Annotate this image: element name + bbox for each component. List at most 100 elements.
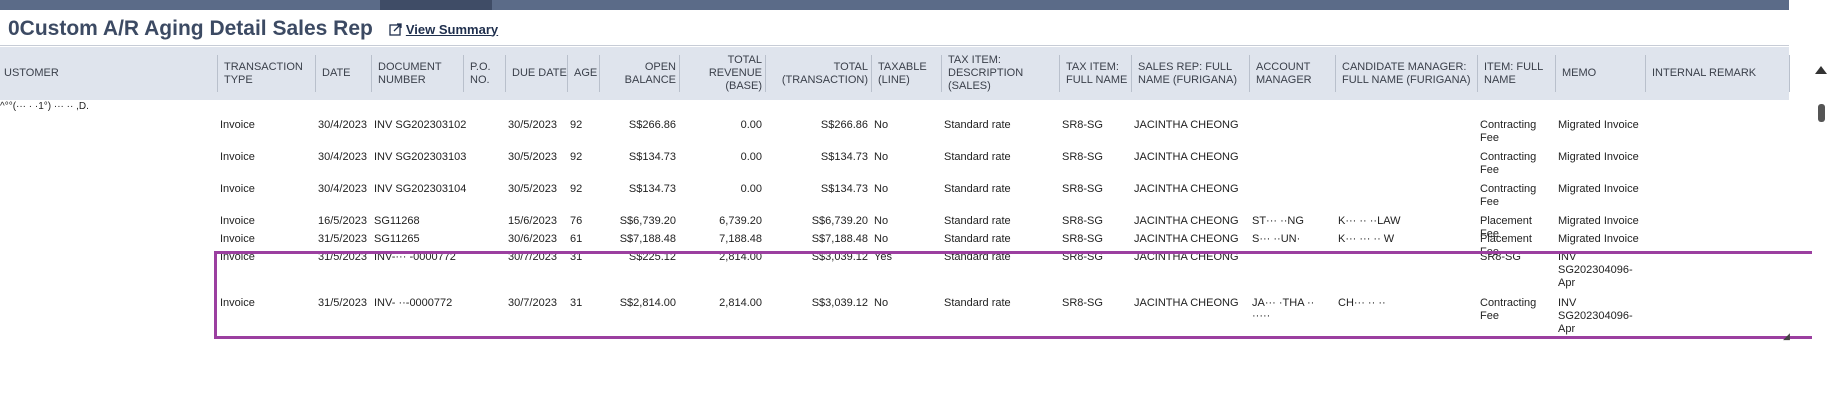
cell-taxable: No: [874, 151, 889, 163]
table-row[interactable]: Invoice 30/4/2023 INV SG202303104 30/5/2023…: [0, 183, 1789, 213]
cell-taxdesc: Standard rate: [944, 233, 1011, 245]
cell-date: 31/5/2023: [318, 233, 367, 245]
cell-doc[interactable]: INV SG202303104: [374, 183, 466, 196]
column-header-type[interactable]: TRANSACTION TYPE: [220, 47, 316, 100]
column-header-label: ITEM: FULL NAME: [1484, 60, 1543, 86]
cell-taxable: Yes: [874, 251, 892, 263]
cell-taxdesc: Standard rate: [944, 215, 1011, 227]
cell-revenue: 6,739.20: [719, 215, 762, 227]
cell-type: Invoice: [220, 183, 255, 195]
column-header-open[interactable]: OPEN BALANCE: [602, 47, 680, 100]
column-header-item[interactable]: ITEM: FULL NAME: [1480, 47, 1556, 100]
cell-taxname: SR8-SG: [1062, 233, 1103, 245]
cell-total: S$3,039.12: [811, 251, 868, 263]
divider: [0, 45, 1789, 46]
column-header-memo[interactable]: MEMO: [1558, 47, 1646, 100]
cell-memo: Migrated Invoice: [1558, 151, 1639, 163]
column-header-doc[interactable]: DOCUMENT NUMBER: [374, 47, 464, 100]
cell-date: 30/4/2023: [318, 119, 367, 131]
cell-total: S$134.73: [820, 151, 868, 163]
column-header-po[interactable]: P.O. NO.: [466, 47, 506, 100]
cell-age: 92: [570, 119, 583, 131]
cell-doc[interactable]: INV-··· -0000772: [374, 251, 460, 264]
column-header-candmgr[interactable]: CANDIDATE MANAGER: FULL NAME (FURIGANA): [1338, 47, 1478, 100]
column-header-taxdesc[interactable]: TAX ITEM: DESCRIPTION (SALES): [944, 47, 1060, 100]
column-header-taxname[interactable]: TAX ITEM: FULL NAME: [1062, 47, 1132, 100]
cell-due: 30/5/2023: [508, 151, 557, 163]
resize-grip-icon[interactable]: ◢: [1783, 331, 1790, 342]
cell-taxname: SR8-SG: [1062, 119, 1103, 131]
column-header-label: DUE DATE: [512, 67, 567, 79]
cell-salesrep: JACINTHA CHEONG: [1134, 251, 1239, 263]
column-header-label: CANDIDATE MANAGER: FULL NAME (FURIGANA): [1342, 60, 1471, 86]
column-header-acctmgr[interactable]: ACCOUNT MANAGER: [1252, 47, 1336, 100]
cell-memo: Migrated Invoice: [1558, 119, 1639, 131]
cell-revenue: 2,814.00: [719, 251, 762, 263]
view-summary-link[interactable]: View Summary: [389, 22, 498, 37]
cell-taxname: SR8-SG: [1062, 215, 1103, 227]
column-header-label: MEMO: [1562, 67, 1597, 79]
cell-age: 31: [570, 251, 583, 263]
column-header-label: OPEN BALANCE: [624, 60, 676, 86]
cell-due: 30/5/2023: [508, 119, 557, 131]
column-header-label: AGE: [574, 67, 598, 79]
table-row[interactable]: Invoice 31/5/2023 INV-··· -0000772 30/7/202…: [0, 251, 1789, 289]
cell-taxable: No: [874, 183, 889, 195]
cell-taxdesc: Standard rate: [944, 251, 1011, 263]
cell-candmgr: K··· ·· ··LAW: [1338, 215, 1401, 227]
column-header-age[interactable]: AGE: [570, 47, 600, 100]
column-header-label: USTOMER: [4, 67, 59, 79]
cell-open: S$6,739.20: [619, 215, 676, 227]
cell-doc[interactable]: INV SG202303102: [374, 119, 466, 132]
column-header-customer[interactable]: USTOMER: [0, 47, 218, 100]
cell-taxable: No: [874, 119, 889, 131]
table-row[interactable]: Invoice 30/4/2023 INV SG202303103 30/5/2023…: [0, 151, 1789, 181]
cell-total: S$266.86: [820, 119, 868, 131]
column-header-remark[interactable]: INTERNAL REMARK: [1648, 47, 1790, 100]
cell-taxable: No: [874, 233, 889, 245]
cell-candmgr: CH··· ·· ··: [1338, 297, 1386, 309]
cell-doc[interactable]: SG11268: [374, 215, 460, 228]
cell-taxname: SR8-SG: [1062, 297, 1103, 309]
cell-acctmgr: S··· ··UN·: [1252, 233, 1301, 245]
title-row: 0Custom A/R Aging Detail Sales Rep View …: [0, 14, 1789, 44]
cell-memo: INV SG202304096-Apr: [1558, 251, 1633, 289]
cell-doc[interactable]: INV SG202303103: [374, 151, 466, 164]
column-header-revenue[interactable]: TOTAL REVENUE (BASE): [682, 47, 766, 100]
scroll-thumb[interactable]: [1818, 104, 1825, 122]
cell-total: S$7,188.48: [811, 233, 868, 245]
cell-doc[interactable]: INV- ··-0000772: [374, 297, 460, 310]
cell-revenue: 0.00: [740, 151, 762, 163]
cell-date: 31/5/2023: [318, 297, 367, 309]
column-header-label: DOCUMENT NUMBER: [378, 60, 442, 86]
column-header-label: TAX ITEM: DESCRIPTION (SALES): [948, 54, 1024, 92]
cell-type: Invoice: [220, 151, 255, 163]
cell-acctmgr: JA··· ·THA ·· ·····: [1252, 297, 1315, 322]
cell-salesrep: JACINTHA CHEONG: [1134, 119, 1239, 131]
cell-doc[interactable]: SG11265: [374, 233, 460, 246]
cell-memo: Migrated Invoice: [1558, 215, 1639, 227]
cell-age: 31: [570, 297, 583, 309]
cell-taxdesc: Standard rate: [944, 183, 1011, 195]
customer-group-label: ^°°(··· · ·1°) ··· ·· ,D.: [0, 101, 89, 112]
column-header-label: DATE: [322, 67, 351, 79]
column-header-total[interactable]: TOTAL (TRANSACTION): [768, 47, 872, 100]
view-summary-label: View Summary: [405, 21, 499, 37]
scroll-up-icon[interactable]: [1815, 66, 1827, 74]
column-header-date[interactable]: DATE: [318, 47, 372, 100]
cell-due: 15/6/2023: [508, 215, 557, 227]
cell-due: 30/7/2023: [508, 297, 557, 309]
cell-item: SR8-SG: [1480, 251, 1521, 263]
cell-due: 30/7/2023: [508, 251, 557, 263]
column-header-taxable[interactable]: TAXABLE (LINE): [874, 47, 942, 100]
cell-open: S$134.73: [628, 151, 676, 163]
cell-taxable: No: [874, 297, 889, 309]
column-header-due[interactable]: DUE DATE: [508, 47, 568, 100]
cell-age: 92: [570, 183, 583, 195]
active-nav-tab[interactable]: [380, 0, 492, 10]
column-header-label: P.O. NO.: [470, 60, 491, 86]
column-header-salesrep[interactable]: SALES REP: FULL NAME (FURIGANA): [1134, 47, 1250, 100]
cell-salesrep: JACINTHA CHEONG: [1134, 215, 1239, 227]
table-row[interactable]: Invoice 31/5/2023 INV- ··-0000772 30/7/2023…: [0, 297, 1789, 335]
table-row[interactable]: Invoice 30/4/2023 INV SG202303102 30/5/2023…: [0, 119, 1789, 149]
